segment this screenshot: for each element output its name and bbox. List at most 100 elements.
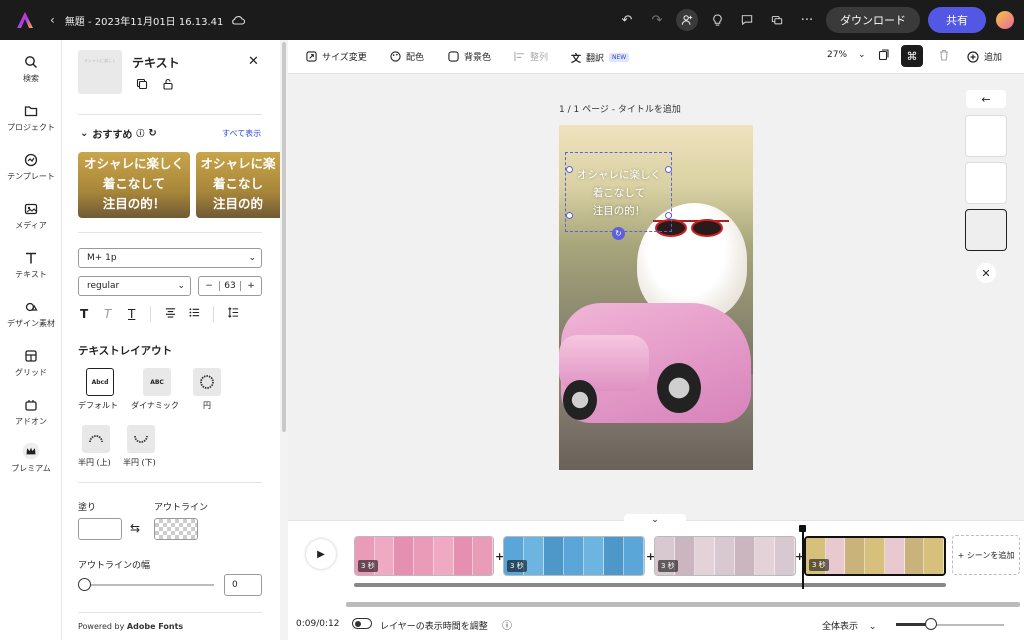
folder-icon (24, 106, 38, 117)
redo-icon[interactable]: ↷ (646, 9, 668, 31)
arc-down-icon (134, 435, 148, 443)
nav-item-search[interactable]: 検索 (0, 54, 62, 84)
collapse-arrow-icon[interactable]: ← (966, 90, 1006, 108)
trash-icon[interactable] (938, 49, 950, 61)
nav-item-templates[interactable]: テンプレート (0, 152, 62, 182)
rotate-handle-icon[interactable]: ↻ (612, 227, 625, 240)
scene-frame (904, 538, 925, 574)
font-weight-select[interactable]: regular ⌄ (78, 276, 191, 296)
info-icon[interactable]: ⓘ (502, 617, 512, 632)
nav-item-grid[interactable]: グリッド (0, 348, 62, 378)
page-thumbnail-selected[interactable] (965, 209, 1007, 251)
add-scene-button[interactable]: + シーンを追加 (952, 535, 1020, 575)
avatar[interactable] (996, 11, 1014, 29)
scene-3[interactable]: 3 秒 (654, 536, 796, 576)
lightbulb-icon[interactable] (706, 9, 728, 31)
page-thumbnail[interactable] (965, 162, 1007, 204)
scene-4-selected[interactable]: 3 秒 (804, 536, 946, 576)
document-title[interactable]: 無題 - 2023年11月01日 16.13.41 (65, 13, 224, 28)
list-icon[interactable] (189, 307, 213, 321)
share-button[interactable]: 共有 (928, 7, 986, 33)
layout-circle-option[interactable] (193, 368, 221, 396)
layout-default-option[interactable]: Abcd (86, 368, 114, 396)
nav-item-media[interactable]: メディア (0, 201, 62, 231)
download-button[interactable]: ダウンロード (826, 7, 920, 33)
pages-icon[interactable] (878, 49, 890, 61)
nav-item-text[interactable]: テキスト (0, 250, 62, 280)
outline-width-track[interactable] (84, 584, 214, 586)
swap-icon[interactable]: ⇆ (130, 521, 140, 535)
back-chevron-icon[interactable]: ‹ (50, 13, 55, 27)
zoom-fit-select[interactable]: 全体表示 ⌄ (822, 619, 876, 632)
animate-icon[interactable]: ⌘ (901, 45, 923, 67)
layout-arc-down-option[interactable] (127, 425, 155, 453)
layer-duration-toggle[interactable] (352, 618, 372, 629)
playhead[interactable] (799, 525, 805, 589)
duplicate-icon[interactable] (136, 78, 148, 93)
present-icon[interactable] (766, 9, 788, 31)
timeline-track-bar[interactable] (354, 583, 946, 587)
scene-2[interactable]: 3 秒 (503, 536, 645, 576)
resize-handle[interactable] (665, 212, 672, 219)
close-icon[interactable]: ✕ (248, 54, 259, 69)
adobe-fonts-link[interactable]: Adobe Fonts (127, 622, 183, 631)
add-button[interactable]: 追加 (967, 50, 1002, 63)
layout-dynamic-option[interactable]: ABC (143, 368, 171, 396)
close-icon[interactable]: ✕ (976, 263, 996, 283)
align-center-icon[interactable] (165, 307, 189, 321)
comment-icon[interactable] (736, 9, 758, 31)
panel-scrollbar[interactable] (280, 40, 288, 640)
recommended-text-card[interactable]: オシャレに楽 着こなし 注目の的 (196, 152, 280, 218)
timeline-collapse-icon[interactable]: ⌄ (624, 514, 686, 526)
page-thumbnail[interactable] (965, 115, 1007, 157)
color-scheme-button[interactable]: 配色 (390, 50, 424, 63)
nav-item-projects[interactable]: プロジェクト (0, 103, 62, 133)
scene-frame (865, 538, 885, 574)
selection-box[interactable] (565, 152, 672, 232)
font-size-value[interactable]: 63 (219, 281, 241, 291)
background-color-button[interactable]: 背景色 (448, 50, 491, 63)
recommended-header[interactable]: ⌄ おすすめ ⓘ ↻ (80, 126, 157, 141)
recommended-text-card[interactable]: オシャレに楽しく 着こなして 注目の的！ (78, 152, 190, 218)
more-icon[interactable]: ··· (796, 9, 818, 31)
align-button[interactable]: 整列 (514, 50, 548, 63)
fill-color-swatch[interactable] (78, 518, 122, 540)
outline-width-slider[interactable] (78, 578, 91, 591)
refresh-icon[interactable]: ↻ (148, 128, 156, 139)
bold-icon[interactable]: T (80, 307, 104, 321)
font-family-value: M+ 1p (87, 253, 117, 263)
italic-icon[interactable]: T (104, 307, 128, 321)
search-icon (25, 56, 37, 68)
zoom-select[interactable]: 27% ⌄ (827, 50, 866, 60)
increase-button[interactable]: + (241, 281, 261, 291)
outline-width-input[interactable]: 0 (224, 574, 262, 596)
scrollbar-thumb[interactable] (282, 42, 286, 432)
invite-user-icon[interactable] (676, 9, 698, 31)
resize-handle[interactable] (665, 166, 672, 173)
nav-label: 検索 (23, 74, 39, 83)
resize-button[interactable]: サイズ変更 (306, 50, 367, 63)
nav-item-addons[interactable]: アドオン (0, 397, 62, 427)
unlock-icon[interactable] (162, 78, 174, 93)
card-line: 注目の的 (212, 196, 263, 211)
scene-1[interactable]: 3 秒 (354, 536, 494, 576)
underline-icon[interactable]: T (128, 307, 150, 321)
play-button[interactable]: ▶ (306, 539, 336, 569)
translate-button[interactable]: 文 翻訳 NEW (571, 50, 630, 65)
undo-icon[interactable]: ↶ (616, 9, 638, 31)
font-family-select[interactable]: M+ 1p ⌄ (78, 248, 262, 268)
app-logo-icon[interactable] (16, 11, 34, 29)
resize-handle[interactable] (566, 212, 573, 219)
timeline-scrollbar[interactable] (346, 602, 1020, 607)
page-label[interactable]: 1 / 1 ページ - タイトルを追加 (559, 102, 681, 115)
resize-handle[interactable] (566, 166, 573, 173)
see-all-link[interactable]: すべて表示 (222, 128, 261, 139)
decrease-button[interactable]: − (199, 281, 219, 291)
nav-item-premium[interactable]: プレミアム (0, 442, 62, 474)
layout-arc-up-option[interactable] (82, 425, 110, 453)
font-size-stepper[interactable]: − 63 + (198, 276, 262, 296)
timeline-zoom-slider[interactable] (925, 618, 937, 630)
line-spacing-icon[interactable] (228, 307, 239, 321)
nav-item-design-assets[interactable]: デザイン素材 (0, 299, 62, 329)
outline-color-swatch[interactable] (154, 518, 198, 540)
